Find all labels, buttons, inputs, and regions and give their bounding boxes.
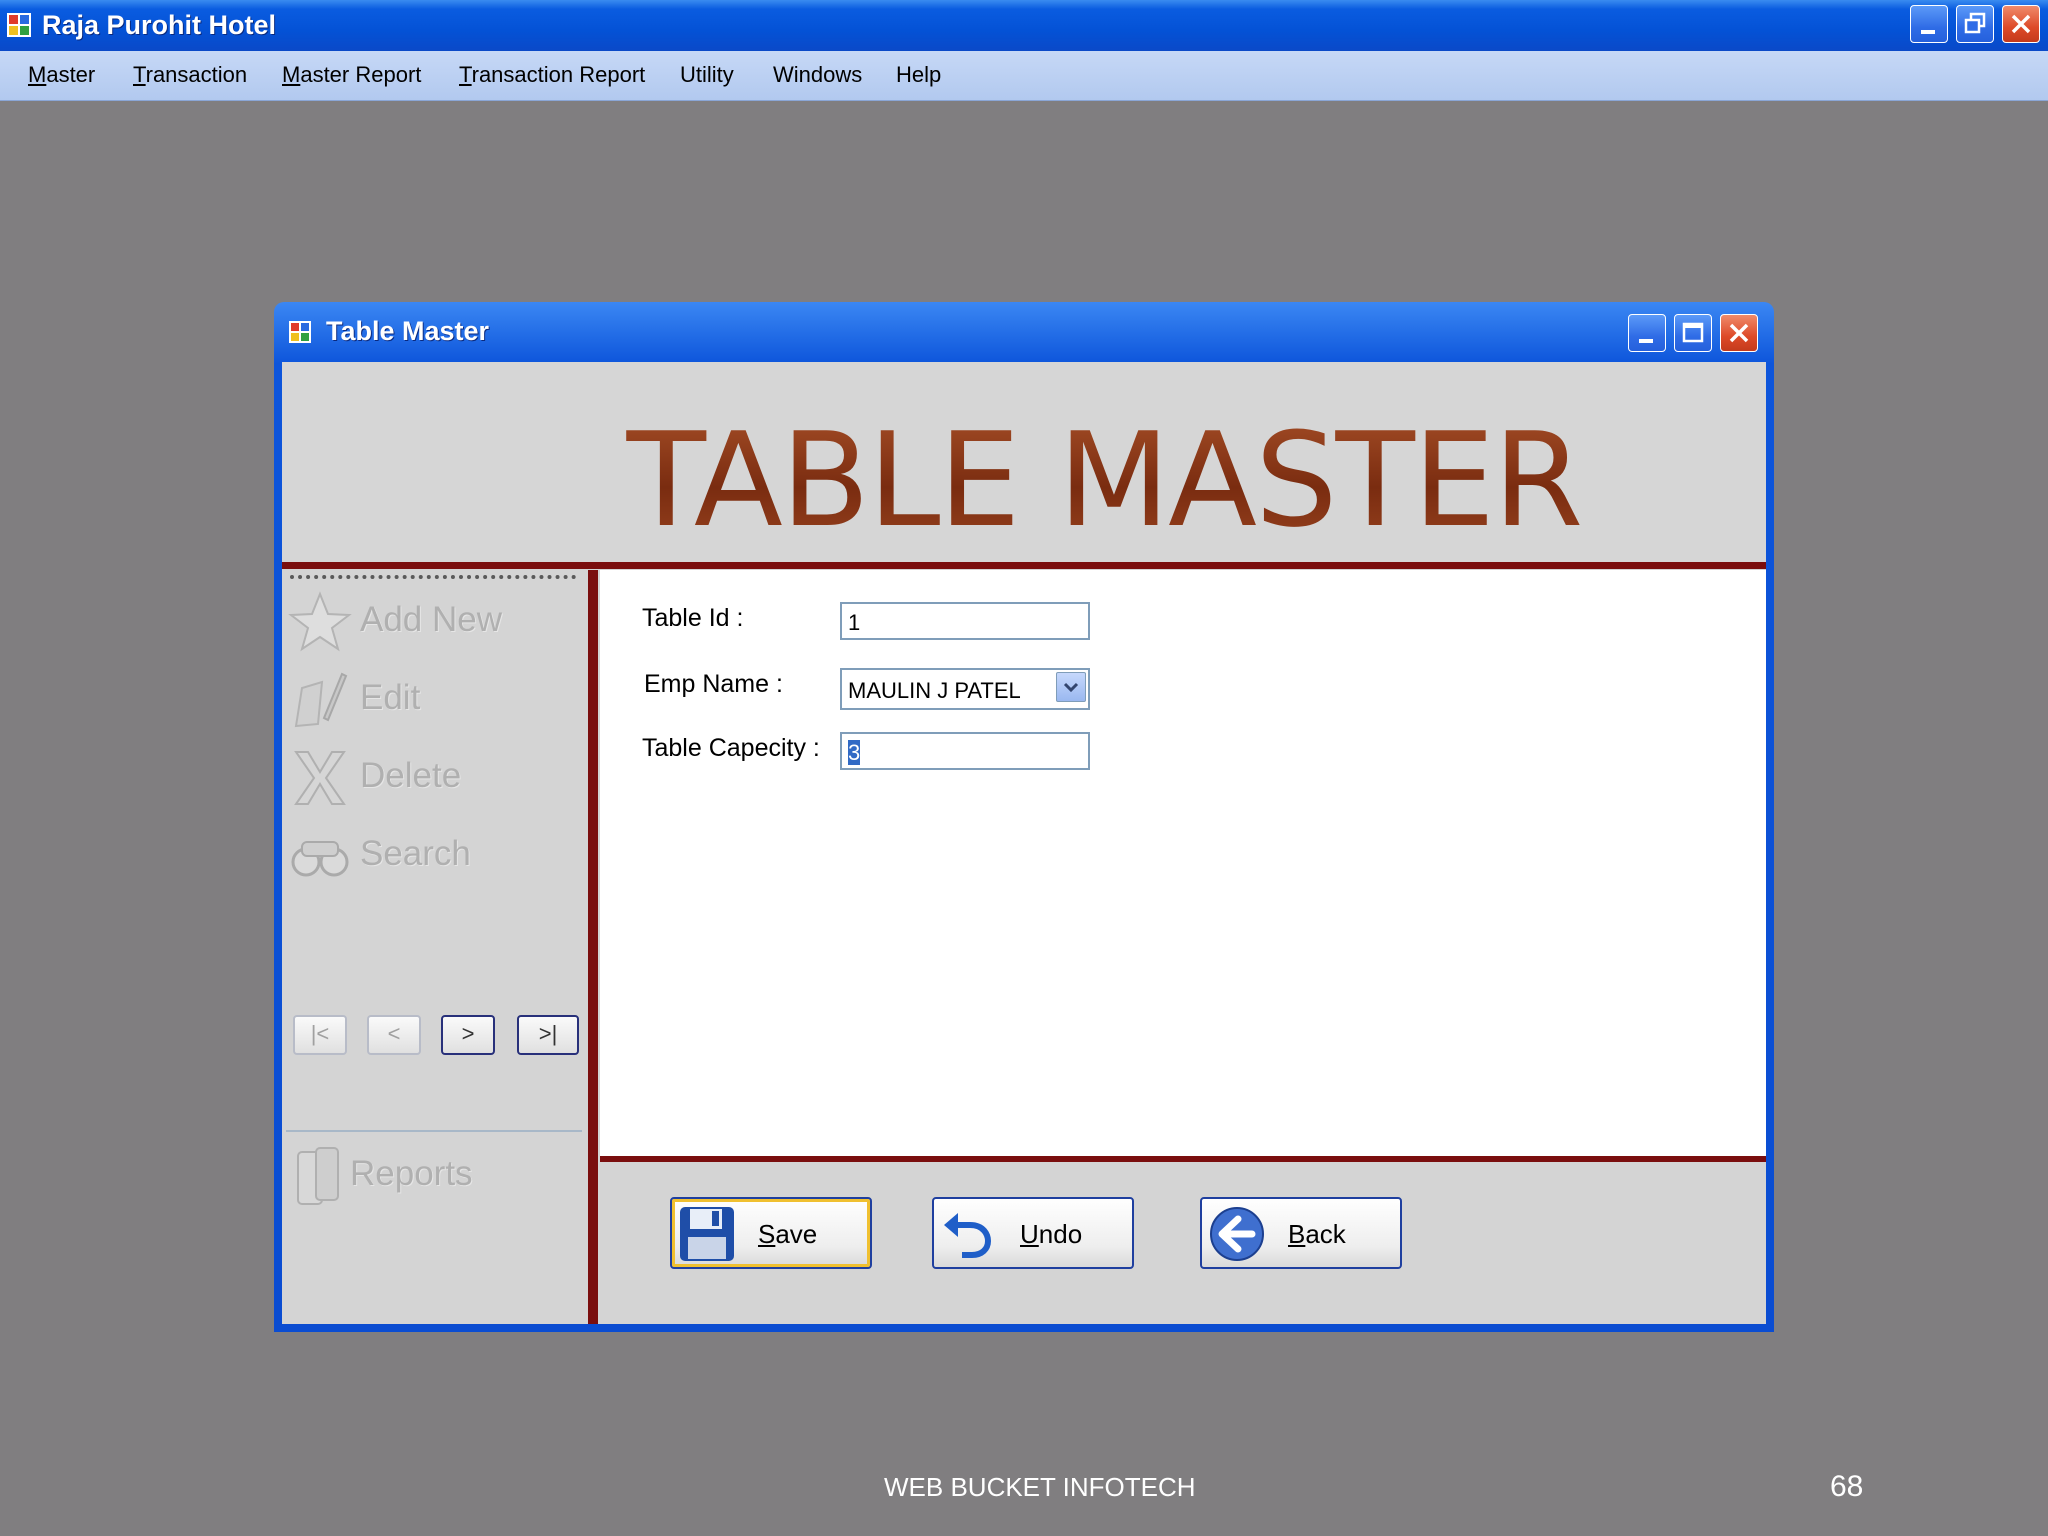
search-label: Search xyxy=(360,834,471,873)
emp-name-label: Emp Name : xyxy=(644,670,783,698)
dialog-minimize-button[interactable] xyxy=(1628,314,1666,352)
banner-title: TABLE MASTER xyxy=(282,404,1766,556)
window-icon xyxy=(289,321,311,343)
sidebar: Add New Edit Delete Search Reports xyxy=(282,570,588,1324)
form-panel: Table Id : 1 Emp Name : MAULIN J PATEL T… xyxy=(600,570,1766,1156)
undo-label: Undo xyxy=(1020,1219,1082,1250)
dropdown-button[interactable] xyxy=(1056,672,1086,702)
footer-company: WEB BUCKET INFOTECH xyxy=(884,1472,1196,1502)
banner-divider xyxy=(282,562,1766,569)
edit-icon xyxy=(294,672,348,728)
restore-icon xyxy=(1964,12,1986,34)
save-label: Save xyxy=(758,1219,817,1250)
add-new-label: Add New xyxy=(360,600,503,639)
minimize-icon xyxy=(1639,339,1653,343)
table-capacity-value: 3 xyxy=(848,740,861,765)
close-button[interactable] xyxy=(2002,5,2040,43)
app-title: Raja Purohit Hotel xyxy=(42,10,277,40)
menu-label: Windows xyxy=(773,62,863,87)
first-record-button[interactable]: |< xyxy=(293,1015,347,1055)
reports-icon xyxy=(297,1147,339,1205)
menu-mnemonic: M xyxy=(282,62,301,87)
close-icon xyxy=(2011,14,2031,34)
table-capacity-label: Table Capecity : xyxy=(642,734,820,762)
back-arrow-icon xyxy=(1210,1207,1264,1261)
back-rest: ack xyxy=(1305,1219,1346,1249)
next-record-button[interactable]: > xyxy=(441,1015,495,1055)
menu-label: Utility xyxy=(680,62,734,87)
menu-mnemonic: T xyxy=(459,62,472,87)
menu-transaction-report[interactable]: Transaction Report xyxy=(459,62,645,88)
undo-rest: ndo xyxy=(1038,1219,1083,1249)
table-id-input[interactable]: 1 xyxy=(840,602,1090,640)
last-record-icon: >| xyxy=(538,1021,558,1046)
back-label: Back xyxy=(1288,1219,1346,1250)
menu-bar: Master Transaction Master Report Transac… xyxy=(0,51,2048,101)
undo-button[interactable]: Undo xyxy=(932,1197,1134,1269)
dialog-close-button[interactable] xyxy=(1720,314,1758,352)
delete-label: Delete xyxy=(360,756,462,795)
undo-icon xyxy=(944,1213,992,1258)
delete-icon xyxy=(294,751,346,805)
menu-label: ransaction Report xyxy=(471,62,646,87)
menu-utility[interactable]: Utility xyxy=(680,62,734,88)
maximize-icon xyxy=(1682,322,1704,343)
app-titlebar: Raja Purohit Hotel xyxy=(0,0,2048,51)
reports-label: Reports xyxy=(350,1154,473,1193)
star-icon xyxy=(288,591,352,652)
banner: TABLE MASTER xyxy=(282,362,1766,562)
table-id-label: Table Id : xyxy=(642,604,744,632)
next-record-icon: > xyxy=(461,1021,475,1046)
add-new-button[interactable]: Add New xyxy=(288,590,584,652)
save-rest: ave xyxy=(775,1219,818,1249)
menu-mnemonic: M xyxy=(28,62,47,87)
minimize-icon xyxy=(1921,30,1935,34)
edit-label: Edit xyxy=(360,678,421,717)
delete-button[interactable]: Delete xyxy=(288,746,584,806)
menu-windows[interactable]: Windows xyxy=(773,62,862,88)
minimize-button[interactable] xyxy=(1910,5,1948,43)
save-button[interactable]: Save xyxy=(670,1197,872,1269)
emp-name-value: MAULIN J PATEL xyxy=(848,678,1021,703)
chevron-down-icon xyxy=(1063,682,1079,693)
window-title: Table Master xyxy=(326,316,490,346)
menu-label: ransaction xyxy=(145,62,248,87)
previous-record-icon: < xyxy=(387,1021,401,1046)
page-number: 68 xyxy=(1830,1470,1864,1503)
table-master-window: Table Master TABLE MASTER Add New Edit D… xyxy=(274,302,1774,1332)
floppy-disk-icon xyxy=(680,1207,734,1261)
back-mnemonic: B xyxy=(1288,1219,1306,1249)
menu-master[interactable]: Master xyxy=(28,62,95,88)
menu-master-report[interactable]: Master Report xyxy=(282,62,421,88)
menu-label: Help xyxy=(896,62,942,87)
dialog-client-area: TABLE MASTER Add New Edit Delete Search … xyxy=(282,362,1766,1324)
table-capacity-input[interactable]: 3 xyxy=(840,732,1090,770)
search-button[interactable]: Search xyxy=(288,824,584,884)
dialog-maximize-button[interactable] xyxy=(1674,314,1712,352)
first-record-icon: |< xyxy=(310,1021,330,1046)
sidebar-divider xyxy=(588,570,598,1324)
previous-record-button[interactable]: < xyxy=(367,1015,421,1055)
menu-mnemonic: T xyxy=(133,62,146,87)
reports-button[interactable]: Reports xyxy=(288,1144,584,1205)
table-id-value: 1 xyxy=(848,610,861,635)
emp-name-select[interactable]: MAULIN J PATEL xyxy=(840,668,1090,710)
back-button[interactable]: Back xyxy=(1200,1197,1402,1269)
close-icon xyxy=(1729,323,1749,343)
app-icon xyxy=(7,13,31,37)
sidebar-separator xyxy=(286,1130,582,1132)
last-record-button[interactable]: >| xyxy=(517,1015,579,1055)
action-bar: Save Undo Back xyxy=(600,1162,1766,1324)
menu-label: aster Report xyxy=(300,62,422,87)
undo-mnemonic: U xyxy=(1020,1219,1039,1249)
menu-help[interactable]: Help xyxy=(896,62,941,88)
menu-transaction[interactable]: Transaction xyxy=(133,62,247,88)
grip-dots xyxy=(290,575,576,579)
edit-button[interactable]: Edit xyxy=(288,668,584,728)
menu-label: aster xyxy=(46,62,96,87)
save-mnemonic: S xyxy=(758,1219,776,1249)
restore-button[interactable] xyxy=(1956,5,1994,43)
binoculars-icon xyxy=(291,841,349,877)
